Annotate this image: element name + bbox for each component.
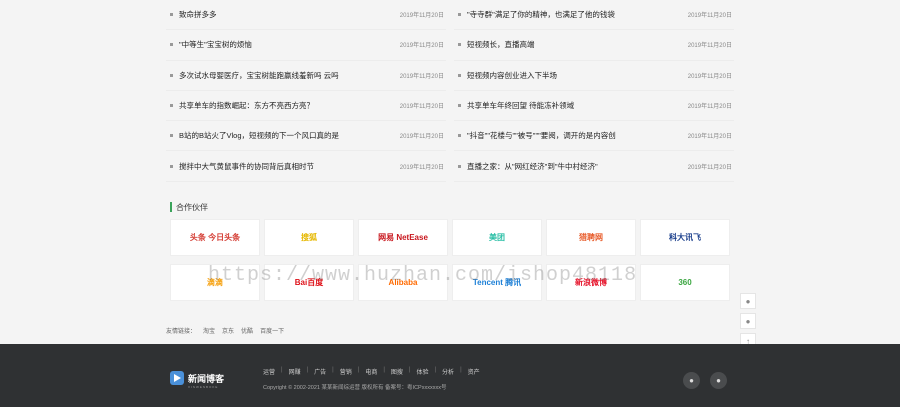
partners-title: 合作伙伴 bbox=[176, 202, 208, 212]
news-item[interactable]: 短视频长，直播高端 2019年11月20日 bbox=[454, 30, 734, 61]
bullet-icon bbox=[458, 13, 461, 17]
news-date: 2019年11月20日 bbox=[687, 134, 732, 141]
news-date: 2019年11月20日 bbox=[399, 73, 444, 80]
footer-nav-link[interactable]: 分析 bbox=[442, 367, 454, 376]
bullet-icon bbox=[458, 73, 461, 77]
partner-logo[interactable]: 头条 今日头条 bbox=[170, 219, 260, 256]
bullet-icon bbox=[458, 134, 461, 138]
friend-link[interactable]: 京东 bbox=[222, 326, 234, 335]
nav-separator: | bbox=[434, 367, 437, 373]
news-date: 2019年11月20日 bbox=[399, 43, 444, 50]
news-column-left: 致命拼多多 2019年11月20日 "中等生"宝宝树的烦恼 2019年11月20日 多次… bbox=[166, 0, 446, 182]
footer-nav-link[interactable]: 图搜 bbox=[391, 367, 403, 376]
bullet-icon bbox=[458, 43, 461, 47]
partners-heading: 合作伙伴 bbox=[170, 201, 208, 213]
news-date: 2019年11月20日 bbox=[687, 104, 732, 111]
partner-logo[interactable]: 360 bbox=[640, 264, 730, 301]
nav-separator: | bbox=[332, 367, 334, 373]
chat-icon[interactable]: ● bbox=[740, 293, 756, 309]
footer-social: ● ● bbox=[683, 372, 737, 389]
nav-separator: | bbox=[281, 367, 283, 373]
friend-link[interactable]: 百度一下 bbox=[260, 326, 284, 335]
friend-link[interactable]: 淘宝 bbox=[203, 326, 215, 335]
partner-logo[interactable]: 美团 bbox=[452, 219, 542, 256]
footer-logo[interactable]: 新闻博客 XINWENBOKE bbox=[170, 371, 225, 389]
news-date: 2019年11月20日 bbox=[687, 73, 732, 80]
bullet-icon bbox=[458, 164, 461, 168]
news-item[interactable]: 致命拼多多 2019年11月20日 bbox=[166, 0, 446, 31]
news-item[interactable]: 短视频内容创业进入下半场 2019年11月20日 bbox=[454, 61, 734, 91]
news-column-right: "寺寺群"满足了你的精神，也满足了他的钱袋 2019年11月20日 短视频长，直播高… bbox=[454, 0, 734, 182]
partner-logo[interactable]: 科大讯飞 bbox=[640, 219, 730, 256]
news-item[interactable]: 直播之家：从"网红经济"到"牛中村经济" 2019年11月20日 bbox=[454, 151, 734, 182]
news-title[interactable]: 搅拌中大气黄鼠事件的协同背后真相时节 bbox=[179, 161, 400, 172]
news-item[interactable]: B站的B站火了Vlog，短视频的下一个风口真的是 2019年11月20日 bbox=[166, 121, 446, 152]
partner-logo[interactable]: 网易 NetEase bbox=[358, 219, 448, 256]
news-title[interactable]: "抖音""花楼与""被号"""要阅，调开的是内容创 bbox=[467, 130, 688, 141]
footer-brand-sub: XINWENBOKE bbox=[188, 385, 219, 389]
bullet-icon bbox=[170, 164, 173, 168]
weibo-icon[interactable]: ● bbox=[710, 372, 727, 389]
heading-accent-bar bbox=[170, 202, 172, 212]
partner-logo[interactable]: 搜狐 bbox=[264, 219, 354, 256]
friend-links: 友情链接： 淘宝 京东 优酷 百度一下 bbox=[166, 326, 291, 335]
bullet-icon bbox=[170, 134, 173, 138]
copyright: Copyright © 2002-2021 某某新闻综运营 版权所有 备案号：粤… bbox=[263, 385, 447, 391]
news-title[interactable]: 短视频长，直播高端 bbox=[467, 39, 688, 50]
footer-nav-link[interactable]: 网赚 bbox=[289, 367, 301, 376]
footer-brand: 新闻博客 bbox=[188, 373, 225, 384]
nav-separator: | bbox=[460, 367, 462, 373]
footer-nav-link[interactable]: 体验 bbox=[416, 367, 428, 376]
news-item[interactable]: 共享单车的指数崛起：东方不亮西方亮？ 2019年11月20日 bbox=[166, 91, 446, 122]
news-list: 致命拼多多 2019年11月20日 "中等生"宝宝树的烦恼 2019年11月20日 多次… bbox=[166, 0, 734, 186]
bullet-icon bbox=[170, 13, 173, 17]
footer-nav-link[interactable]: 运营 bbox=[263, 367, 275, 376]
news-title[interactable]: 短视频内容创业进入下半场 bbox=[467, 70, 688, 81]
nav-separator: | bbox=[408, 367, 411, 373]
news-item[interactable]: 搅拌中大气黄鼠事件的协同背后真相时节 2019年11月20日 bbox=[166, 151, 446, 182]
bullet-icon bbox=[170, 43, 173, 47]
news-date: 2019年11月20日 bbox=[399, 134, 444, 141]
news-title[interactable]: 致命拼多多 bbox=[179, 9, 400, 20]
news-item[interactable]: "抖音""花楼与""被号"""要阅，调开的是内容创 2019年11月20日 bbox=[454, 121, 734, 152]
footer-nav-link[interactable]: 电商 bbox=[365, 367, 377, 376]
news-date: 2019年11月20日 bbox=[399, 164, 444, 171]
footer-nav-link[interactable]: 营销 bbox=[340, 367, 352, 376]
news-title[interactable]: 多次试水母婴医疗，宝宝树能跑赢线羞新吗 云吗 bbox=[179, 70, 400, 81]
play-logo-icon bbox=[170, 371, 184, 385]
wechat-icon[interactable]: ● bbox=[683, 372, 700, 389]
friend-link[interactable]: 优酷 bbox=[241, 326, 253, 335]
news-item[interactable]: "中等生"宝宝树的烦恼 2019年11月20日 bbox=[166, 30, 446, 61]
news-date: 2019年11月20日 bbox=[687, 43, 732, 50]
news-item[interactable]: 共享单车年终回望 待能冻补领域 2019年11月20日 bbox=[454, 91, 734, 122]
bullet-icon bbox=[458, 104, 461, 108]
main-content: 致命拼多多 2019年11月20日 "中等生"宝宝树的烦恼 2019年11月20日 多次… bbox=[0, 0, 900, 349]
friend-links-label: 友情链接： bbox=[166, 329, 197, 335]
bullet-icon bbox=[170, 104, 173, 108]
nav-separator: | bbox=[306, 367, 309, 373]
news-item[interactable]: "寺寺群"满足了你的精神，也满足了他的钱袋 2019年11月20日 bbox=[454, 0, 734, 31]
news-title[interactable]: "中等生"宝宝树的烦恼 bbox=[179, 39, 400, 50]
news-date: 2019年11月20日 bbox=[687, 164, 732, 171]
news-title[interactable]: B站的B站火了Vlog，短视频的下一个风口真的是 bbox=[179, 130, 400, 141]
partner-logo[interactable]: 猎聘网 bbox=[546, 219, 636, 256]
footer-nav-link[interactable]: 资产 bbox=[468, 367, 480, 376]
footer-nav: 运营 | 网赚 | 广告 | 营销 | 电商 | 图搜 | 体验 | 分析 | 资产 bbox=[263, 367, 486, 376]
footer-nav-link[interactable]: 广告 bbox=[314, 367, 326, 376]
wechat-icon[interactable]: ● bbox=[740, 313, 756, 329]
news-date: 2019年11月20日 bbox=[399, 104, 444, 111]
news-item[interactable]: 多次试水母婴医疗，宝宝树能跑赢线羞新吗 云吗 2019年11月20日 bbox=[166, 61, 446, 91]
news-title[interactable]: "寺寺群"满足了你的精神，也满足了他的钱袋 bbox=[467, 9, 688, 20]
news-title[interactable]: 直播之家：从"网红经济"到"牛中村经济" bbox=[467, 161, 688, 172]
news-title[interactable]: 共享单车的指数崛起：东方不亮西方亮？ bbox=[179, 100, 400, 111]
watermark: https://www.huzhan.com/ishop48118 bbox=[208, 264, 638, 287]
nav-separator: | bbox=[357, 367, 360, 373]
news-title[interactable]: 共享单车年终回望 待能冻补领域 bbox=[467, 100, 688, 111]
news-date: 2019年11月20日 bbox=[687, 13, 732, 20]
bullet-icon bbox=[170, 73, 173, 77]
news-date: 2019年11月20日 bbox=[399, 13, 444, 20]
nav-separator: | bbox=[383, 367, 385, 373]
